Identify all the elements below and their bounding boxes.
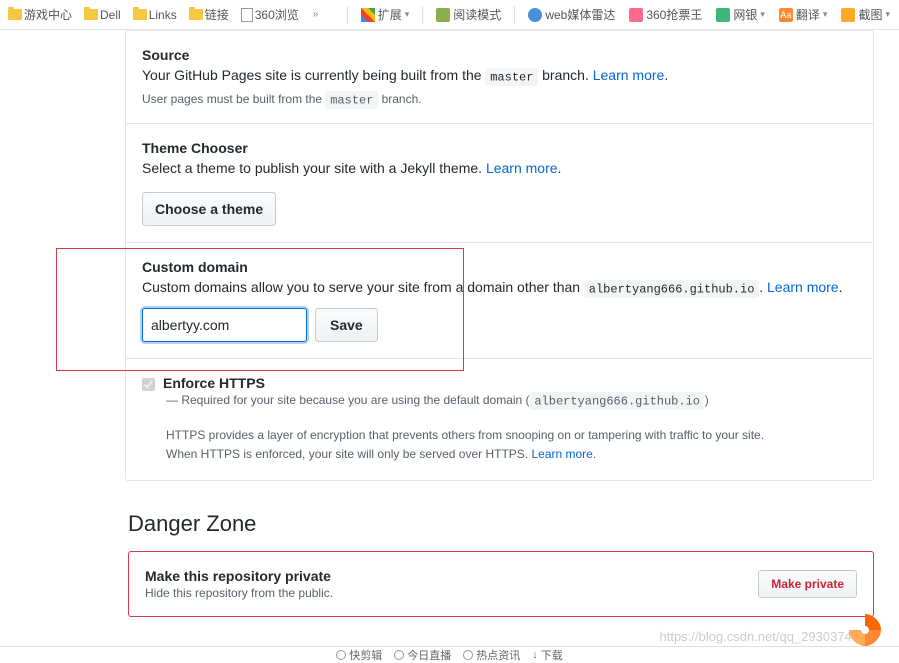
source-description: Your GitHub Pages site is currently bein…	[142, 67, 857, 84]
folder-icon	[133, 9, 147, 20]
bottom-item[interactable]: 快剪辑	[336, 647, 382, 663]
github-pages-settings: Source Your GitHub Pages site is current…	[125, 30, 874, 481]
browser-bookmark-bar: 游戏中心 Dell Links 链接 360浏览 » 扩展▾ 阅读模式 web媒…	[0, 0, 899, 30]
domain-input-row: Save	[142, 308, 857, 342]
make-private-button[interactable]: Make private	[758, 570, 857, 598]
bookmark-folder[interactable]: 游戏中心	[4, 4, 76, 25]
learn-more-link[interactable]: Learn more	[767, 279, 839, 295]
https-checkbox-row: Enforce HTTPS	[142, 375, 857, 391]
save-button[interactable]: Save	[315, 308, 378, 342]
bookmark-overflow[interactable]: »	[307, 9, 325, 20]
danger-row: Make this repository private Hide this r…	[129, 552, 873, 616]
branch-code: master	[485, 68, 538, 87]
make-private-description: Hide this repository from the public.	[145, 586, 333, 600]
domain-code: albertyang666.github.io	[584, 280, 759, 299]
page-content: Source Your GitHub Pages site is current…	[0, 30, 899, 617]
learn-more-link[interactable]: Learn more	[531, 447, 592, 461]
reader-mode-button[interactable]: 阅读模式	[431, 4, 506, 25]
watermark-text: https://blog.csdn.net/qq_29303743	[660, 629, 860, 644]
danger-zone-box: Make this repository private Hide this r…	[128, 551, 874, 617]
bookmark-folder[interactable]: Dell	[80, 6, 125, 24]
chevron-down-icon: ▾	[823, 9, 828, 20]
https-section: Enforce HTTPS — Required for your site b…	[126, 359, 873, 480]
source-note: User pages must be built from the master…	[142, 92, 857, 107]
screenshot-icon	[841, 8, 855, 22]
bookmark-folder[interactable]: Links	[129, 6, 181, 24]
translate-icon: Aa	[779, 8, 793, 22]
make-private-title: Make this repository private	[145, 568, 333, 584]
translate-button[interactable]: Aa翻译▾	[774, 4, 833, 25]
chevron-down-icon: ▾	[760, 9, 765, 20]
https-sublabel: — Required for your site because you are…	[166, 393, 857, 408]
learn-more-link[interactable]: Learn more	[486, 160, 558, 176]
bookmark-folder[interactable]: 链接	[185, 4, 233, 25]
divider	[514, 6, 515, 24]
page-icon	[241, 8, 253, 22]
folder-icon	[189, 9, 203, 20]
reader-icon	[436, 8, 450, 22]
ticket-icon	[629, 8, 643, 22]
choose-theme-button[interactable]: Choose a theme	[142, 192, 276, 226]
source-section: Source Your GitHub Pages site is current…	[126, 31, 873, 124]
folder-icon	[84, 9, 98, 20]
learn-more-link[interactable]: Learn more	[593, 67, 665, 83]
chevron-down-icon: ▾	[885, 9, 890, 20]
divider	[347, 6, 348, 24]
branch-code: master	[325, 91, 378, 110]
extensions-button[interactable]: 扩展▾	[356, 4, 415, 25]
custom-domain-input[interactable]	[142, 308, 307, 342]
folder-icon	[8, 9, 22, 20]
apps-icon	[361, 8, 375, 22]
custom-domain-section: Custom domain Custom domains allow you t…	[126, 243, 873, 359]
chevron-down-icon: ▾	[405, 9, 410, 20]
browser-bottom-bar: 快剪辑 今日直播 热点资讯 ↓下载	[0, 646, 899, 662]
divider	[422, 6, 423, 24]
bottom-item[interactable]: 热点资讯	[463, 647, 520, 663]
enforce-https-checkbox[interactable]	[142, 378, 155, 391]
bank-icon	[716, 8, 730, 22]
media-radar-button[interactable]: web媒体雷达	[523, 4, 620, 25]
ticket-button[interactable]: 360抢票王	[624, 4, 707, 25]
enforce-https-label: Enforce HTTPS	[163, 375, 265, 391]
bank-button[interactable]: 网银▾	[711, 4, 770, 25]
theme-description: Select a theme to publish your site with…	[142, 160, 857, 176]
tool-icon	[463, 650, 473, 660]
source-title: Source	[142, 47, 857, 63]
https-note: HTTPS provides a layer of encryption tha…	[166, 426, 857, 464]
globe-icon	[528, 8, 542, 22]
screenshot-button[interactable]: 截图▾	[836, 4, 895, 25]
domain-code: albertyang666.github.io	[530, 392, 705, 411]
bottom-item[interactable]: 今日直播	[394, 647, 451, 663]
custom-domain-title: Custom domain	[142, 259, 857, 275]
theme-title: Theme Chooser	[142, 140, 857, 156]
custom-domain-description: Custom domains allow you to serve your s…	[142, 279, 857, 296]
bookmark-page[interactable]: 360浏览	[237, 4, 303, 25]
theme-section: Theme Chooser Select a theme to publish …	[126, 124, 873, 243]
tool-icon	[394, 650, 404, 660]
bottom-item[interactable]: ↓下载	[532, 647, 563, 663]
danger-zone-heading: Danger Zone	[128, 511, 899, 537]
tool-icon	[336, 650, 346, 660]
